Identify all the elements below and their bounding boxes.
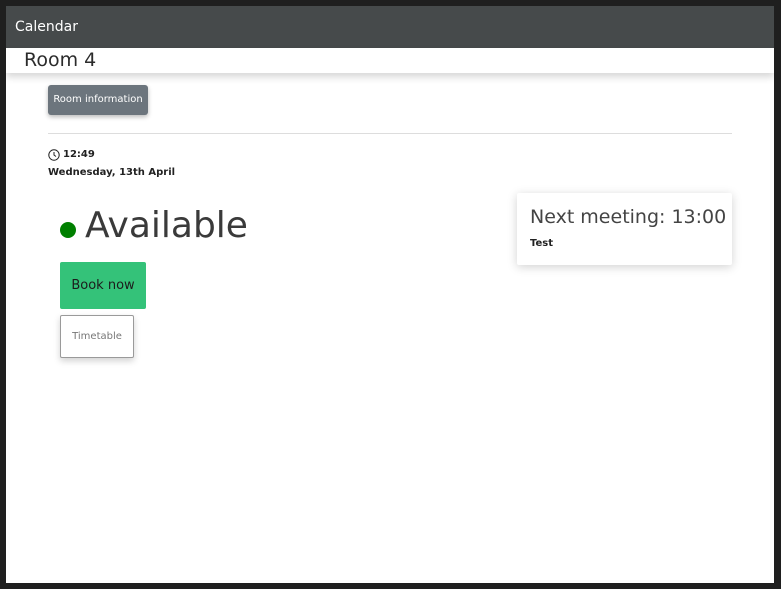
- app-window: Calendar Room 4 Room information 12:49 W…: [6, 6, 774, 583]
- top-navbar: Calendar: [6, 6, 774, 48]
- timetable-button[interactable]: Timetable: [60, 315, 134, 358]
- divider: [48, 133, 732, 134]
- clock-icon: [48, 149, 60, 161]
- next-meeting-name: Test: [530, 238, 554, 249]
- room-header: Room 4: [6, 48, 774, 73]
- availability-status: Available: [85, 205, 248, 246]
- next-meeting-label: Next meeting: 13:00: [530, 206, 727, 228]
- book-now-button[interactable]: Book now: [60, 262, 146, 309]
- room-information-button[interactable]: Room information: [48, 85, 148, 115]
- status-dot: [60, 222, 76, 238]
- room-title: Room 4: [24, 49, 97, 71]
- app-title[interactable]: Calendar: [15, 19, 78, 35]
- current-date: Wednesday, 13th April: [48, 167, 176, 178]
- current-time: 12:49: [63, 149, 95, 160]
- next-meeting-card: Next meeting: 13:00 Test: [517, 193, 732, 265]
